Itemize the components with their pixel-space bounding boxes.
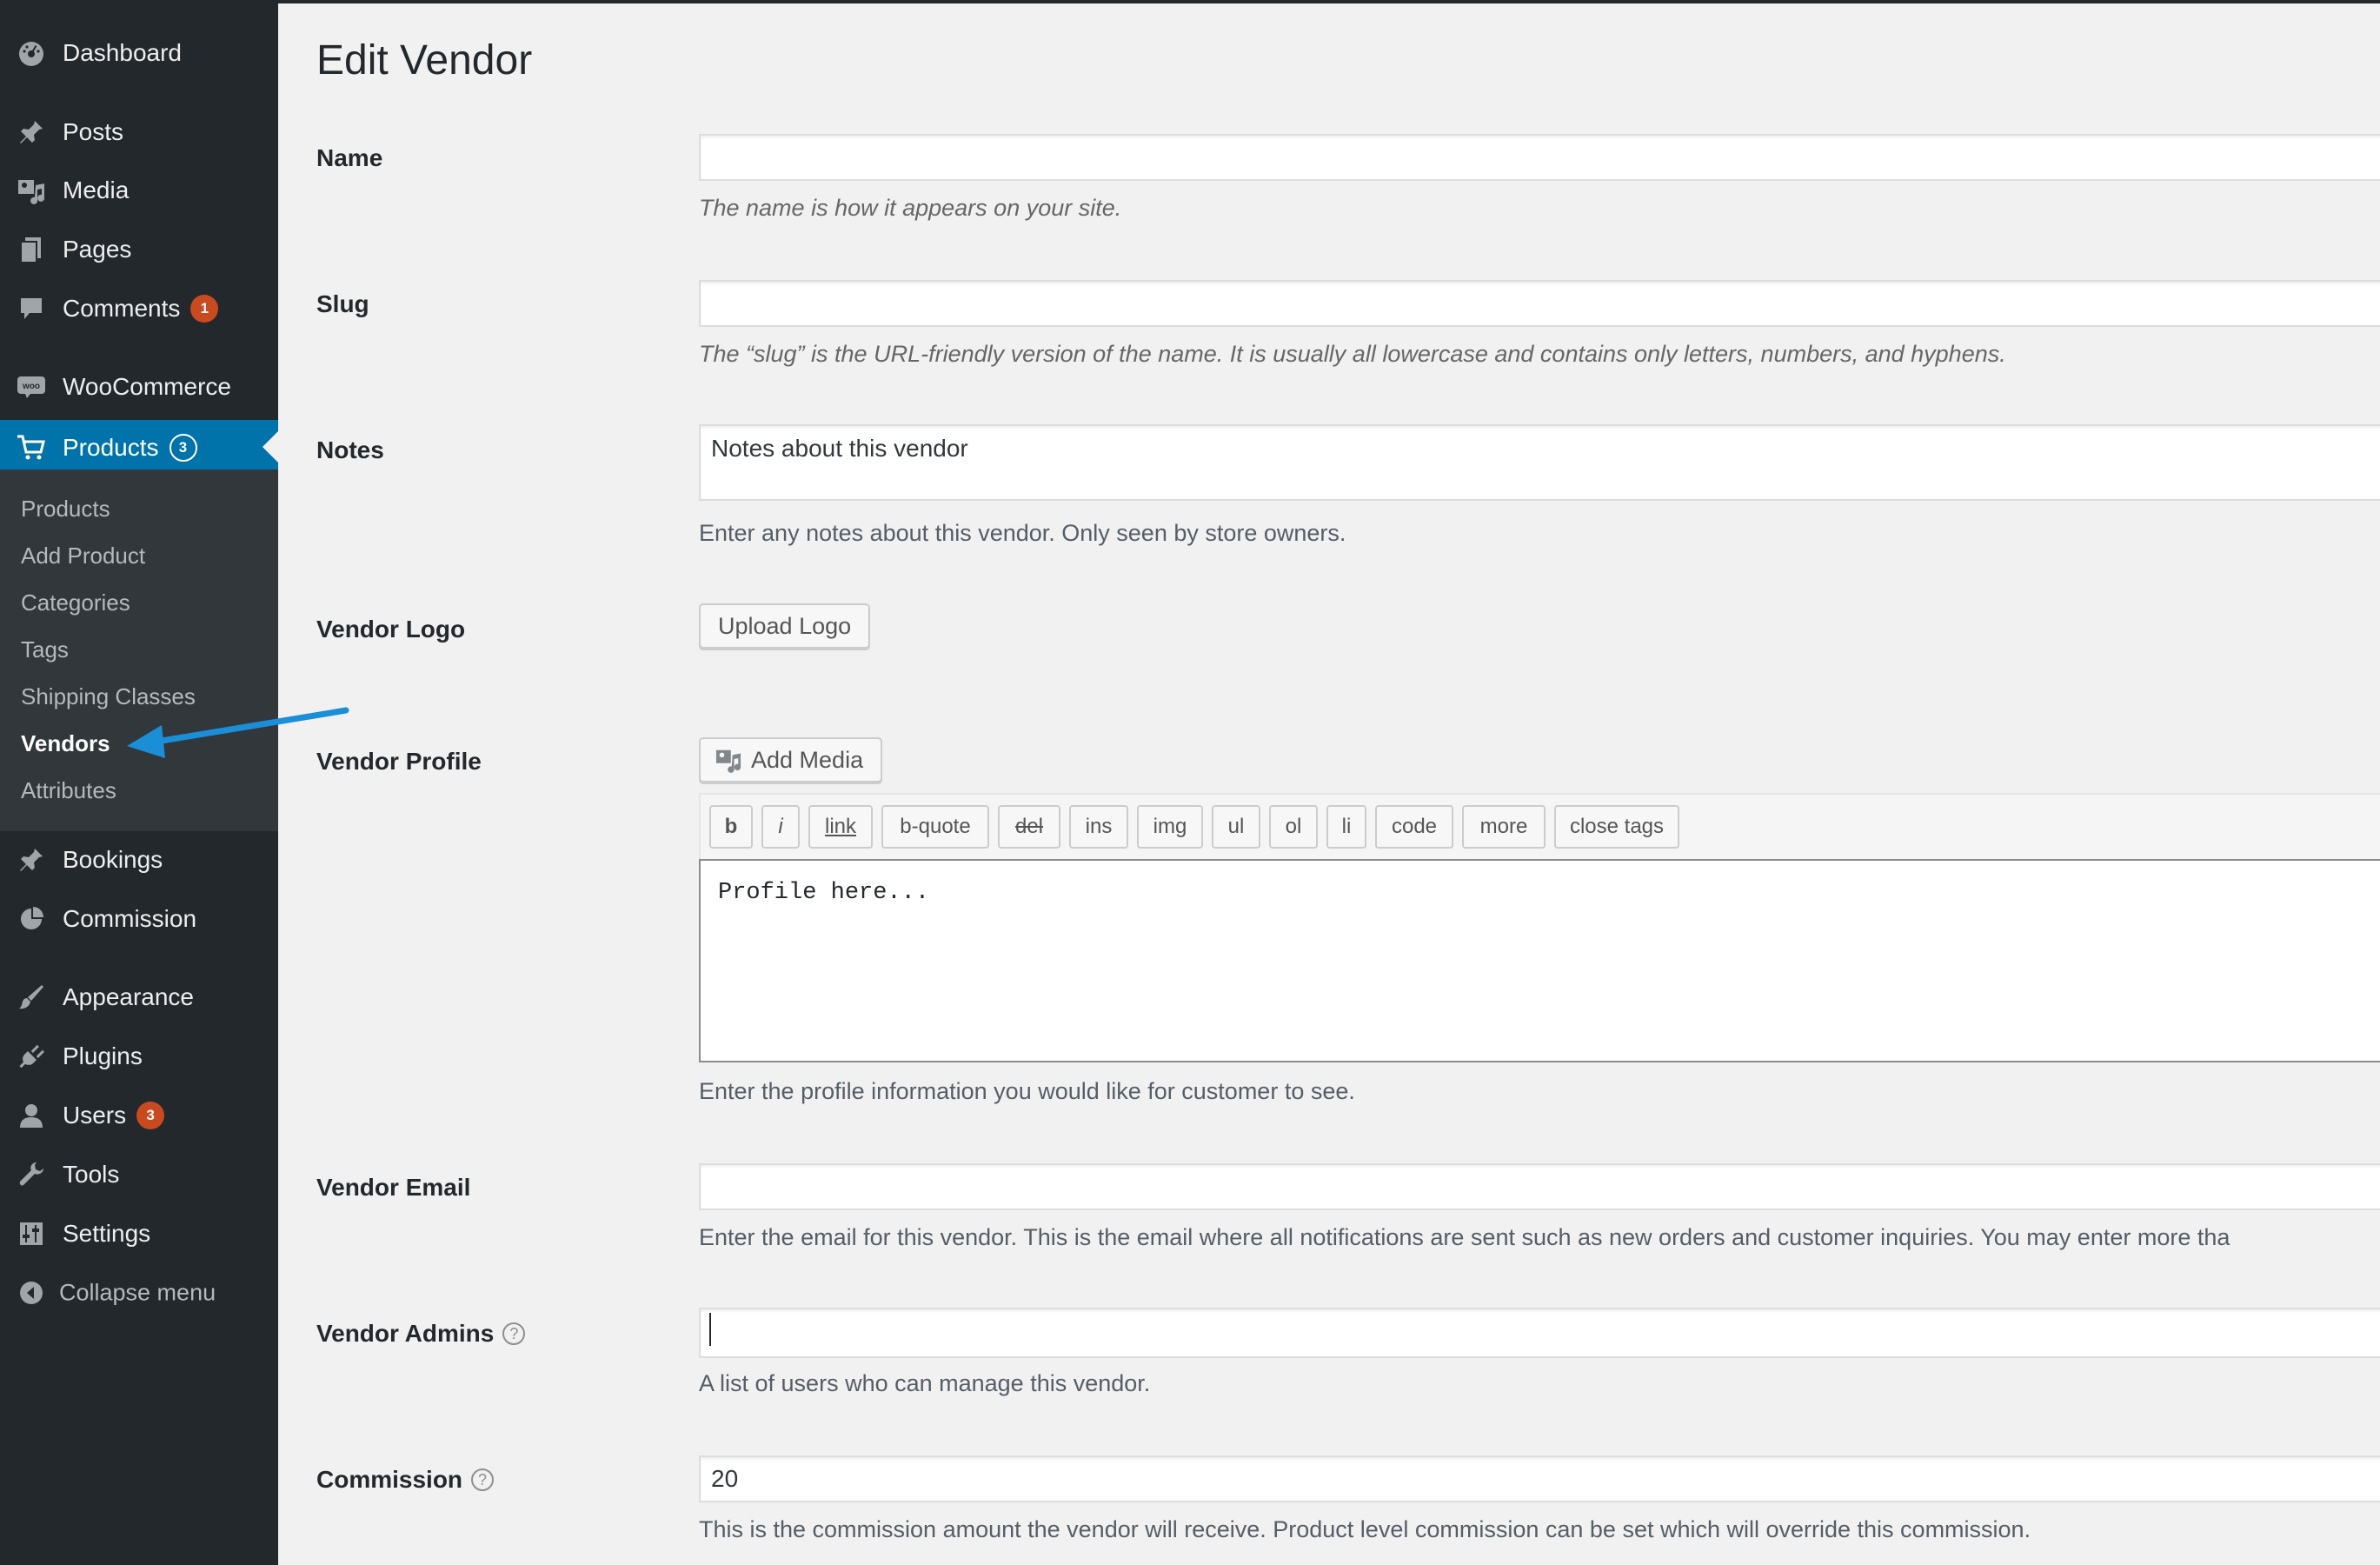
collapse-icon <box>16 1277 47 1309</box>
vendor-email-description: Enter the email for this vendor. This is… <box>699 1224 2230 1250</box>
qt-ol-button[interactable]: ol <box>1269 805 1318 849</box>
upload-logo-button[interactable]: Upload Logo <box>699 603 871 649</box>
commission-description: This is the commission amount the vendor… <box>699 1516 2031 1542</box>
qt-more-button[interactable]: more <box>1462 805 1546 849</box>
quicktags-toolbar: b i link b-quote del ins img ul ol li co… <box>699 793 2380 861</box>
menu-appearance[interactable]: Appearance <box>0 971 278 1023</box>
name-label: Name <box>316 144 383 171</box>
commission-label-text: Commission <box>316 1466 463 1493</box>
notes-label: Notes <box>316 436 384 463</box>
slug-description: The “slug” is the URL-friendly version o… <box>699 341 2006 367</box>
main-content: Edit Vendor Name The name is how it appe… <box>278 0 2380 1565</box>
menu-settings[interactable]: Settings <box>0 1208 278 1260</box>
qt-ins-button[interactable]: ins <box>1069 805 1128 849</box>
menu-appearance-label: Appearance <box>63 983 195 1010</box>
qt-italic-button[interactable]: i <box>761 805 800 849</box>
vendor-admins-description: A list of users who can manage this vend… <box>699 1370 1151 1396</box>
vendor-admins-input[interactable] <box>699 1308 2380 1358</box>
vendor-profile-description: Enter the profile information you would … <box>699 1078 1355 1104</box>
text-cursor <box>709 1313 711 1346</box>
menu-tools[interactable]: Tools <box>0 1149 278 1201</box>
menu-users[interactable]: Users 3 <box>0 1089 278 1142</box>
sliders-icon <box>16 1218 47 1249</box>
page-title: Edit Vendor <box>316 37 533 83</box>
pie-chart-icon <box>16 903 47 935</box>
collapse-menu-label: Collapse menu <box>59 1279 216 1306</box>
add-media-icon <box>715 747 742 773</box>
qt-code-button[interactable]: code <box>1375 805 1453 849</box>
notes-description: Enter any notes about this vendor. Only … <box>699 520 1346 546</box>
vendor-email-input[interactable] <box>699 1163 2380 1210</box>
vendor-admins-label: Vendor Admins ? <box>316 1320 526 1348</box>
name-description: The name is how it appears on your site. <box>699 195 1122 221</box>
menu-settings-label: Settings <box>63 1220 151 1247</box>
qt-del-button[interactable]: del <box>998 805 1060 849</box>
qt-link-button[interactable]: link <box>808 805 873 849</box>
qt-img-button[interactable]: img <box>1137 805 1203 849</box>
commission-input[interactable]: 20 <box>699 1455 2380 1502</box>
qt-li-button[interactable]: li <box>1326 805 1366 849</box>
menu-commission-label: Commission <box>63 905 197 932</box>
commission-label: Commission ? <box>316 1466 495 1494</box>
menu-bookings[interactable]: Bookings <box>0 834 278 886</box>
menu-plugins-label: Plugins <box>63 1042 143 1069</box>
qt-bquote-button[interactable]: b-quote <box>881 805 989 849</box>
slug-input[interactable] <box>699 280 2380 327</box>
commission-help-icon[interactable]: ? <box>471 1468 495 1491</box>
vendor-profile-label: Vendor Profile <box>316 748 482 775</box>
vendor-admins-label-text: Vendor Admins <box>316 1320 495 1347</box>
pin-icon <box>16 844 47 876</box>
user-icon <box>16 1100 47 1131</box>
users-count-badge: 3 <box>136 1102 165 1129</box>
menu-bookings-label: Bookings <box>63 846 163 873</box>
collapse-menu-button[interactable]: Collapse menu <box>0 1267 278 1319</box>
plug-icon <box>16 1041 47 1072</box>
add-media-label: Add Media <box>751 746 864 773</box>
vendor-admins-help-icon[interactable]: ? <box>502 1322 526 1345</box>
menu-users-label: Users <box>63 1102 127 1129</box>
wrench-icon <box>16 1159 47 1190</box>
qt-bold-button[interactable]: b <box>709 805 753 849</box>
qt-close-tags-button[interactable]: close tags <box>1554 805 1679 849</box>
notes-textarea[interactable]: Notes about this vendor <box>699 424 2380 501</box>
add-media-button[interactable]: Add Media <box>699 737 883 782</box>
menu-commission[interactable]: Commission <box>0 893 278 945</box>
vendor-email-label: Vendor Email <box>316 1174 471 1201</box>
vendor-profile-editor[interactable]: Profile here... <box>699 859 2380 1062</box>
brush-icon <box>16 982 47 1013</box>
name-input[interactable] <box>699 134 2380 181</box>
menu-plugins[interactable]: Plugins <box>0 1030 278 1082</box>
qt-ul-button[interactable]: ul <box>1212 805 1260 849</box>
menu-tools-label: Tools <box>63 1161 120 1188</box>
slug-label: Slug <box>316 290 369 317</box>
vendor-logo-label: Vendor Logo <box>316 616 466 643</box>
